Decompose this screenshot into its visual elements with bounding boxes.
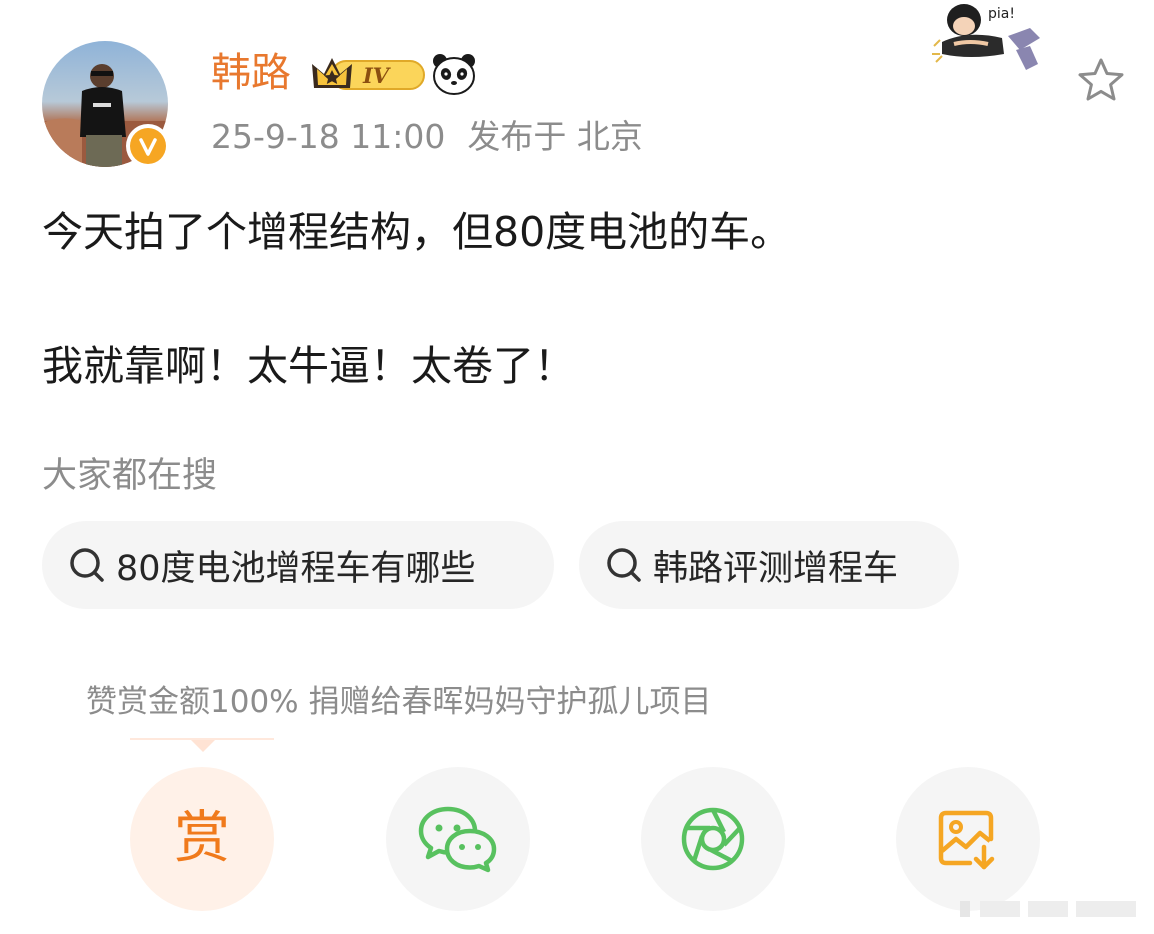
crown-level-badge-icon: IV — [312, 58, 425, 90]
post-line-1: 今天拍了个增程结构，但80度电池的车。 — [42, 208, 792, 256]
hot-search-chip-label: 韩路评测增程车 — [653, 548, 899, 589]
svg-text:pia!: pia! — [988, 6, 1015, 22]
level-badge-text: IV — [362, 63, 392, 88]
wechat-icon — [418, 806, 497, 873]
share-moments-button[interactable] — [641, 767, 785, 911]
watermark-logo — [960, 901, 1136, 917]
hot-search-chip[interactable]: 韩路评测增程车 — [579, 521, 959, 609]
post-content: 今天拍了个增程结构，但80度电池的车。 我就靠啊！太牛逼！太卷了！ — [42, 200, 1122, 398]
sticker-cartoon-icon: pia! — [932, 4, 1040, 70]
hot-search-chip-label: 80度电池增程车有哪些 — [116, 548, 476, 589]
post-meta: 25-9-18 11:00 发布于 北京 — [211, 114, 643, 160]
panda-icon — [433, 54, 475, 95]
donation-notice: 赞赏金额100% 捐赠给春晖妈妈守护孤儿项目 — [86, 684, 712, 720]
reward-icon: 赏 — [174, 806, 230, 871]
location: 发布于 北京 — [467, 117, 643, 156]
search-icon — [607, 548, 641, 582]
username[interactable]: 韩路 — [211, 46, 291, 100]
save-image-button[interactable] — [896, 767, 1040, 911]
star-outline-icon[interactable] — [1076, 56, 1126, 104]
timestamp: 25-9-18 11:00 — [211, 117, 446, 156]
hot-search-title: 大家都在搜 — [42, 456, 218, 496]
verified-badge — [126, 124, 170, 168]
v-verified-icon — [130, 128, 166, 164]
share-wechat-button[interactable] — [386, 767, 530, 911]
post-line-2: 我就靠啊！太牛逼！太卷了！ — [42, 342, 575, 390]
moments-icon — [681, 807, 745, 871]
search-icon — [70, 548, 104, 582]
hot-search-chip[interactable]: 80度电池增程车有哪些 — [42, 521, 554, 609]
reward-button[interactable]: 赏 — [130, 767, 274, 911]
save-image-icon — [938, 810, 995, 870]
tooltip-pointer — [191, 740, 215, 752]
